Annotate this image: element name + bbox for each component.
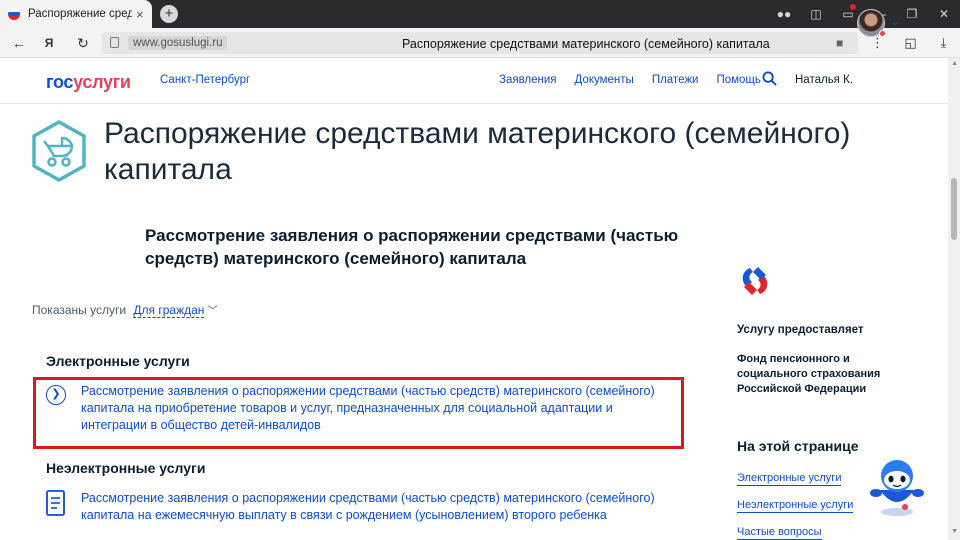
- page-title: Распоряжение средствами материнского (се…: [104, 117, 851, 186]
- browser-tabbar: Распоряжение средства × + ●● ◫ ▭ — ❐ ✕: [0, 0, 960, 28]
- scroll-down-icon[interactable]: ▼: [951, 528, 958, 535]
- tab-title: Распоряжение средства: [28, 8, 132, 20]
- more-menu-icon[interactable]: ⋮: [861, 35, 894, 51]
- nonelectronic-services-heading: Неэлектронные услуги: [46, 460, 206, 476]
- search-icon[interactable]: [762, 71, 777, 86]
- logo-part-uslugi: услуги: [73, 72, 131, 92]
- electronic-service-link[interactable]: Рассмотрение заявления о распоряжении ср…: [81, 383, 681, 434]
- tab-close-icon[interactable]: ×: [136, 7, 144, 22]
- nav-item-help[interactable]: Помощь: [716, 74, 760, 86]
- avatar-notification-dot: [879, 30, 886, 37]
- sfr-logo: [742, 267, 768, 295]
- provider-name: Фонд пенсионного и социального страхован…: [737, 353, 881, 395]
- url-field[interactable]: www.gosuslugi.ru Распоряжение средствами…: [102, 32, 858, 54]
- region-selector[interactable]: Санкт-Петербург: [160, 74, 250, 86]
- service-filter: Показаны услуги Для граждан ﹀: [32, 302, 218, 318]
- yandex-icon[interactable]: Я: [38, 32, 60, 54]
- reload-icon[interactable]: ↻: [72, 32, 94, 54]
- scrollbar-thumb[interactable]: [951, 178, 957, 240]
- filter-label: Показаны услуги: [32, 303, 127, 317]
- document-icon: [46, 490, 65, 516]
- nav-item-applications[interactable]: Заявления: [499, 74, 557, 86]
- anchor-faq[interactable]: Частые вопросы: [737, 526, 822, 540]
- close-window-icon[interactable]: ✕: [928, 7, 960, 21]
- russia-flag-icon: [8, 8, 20, 20]
- reader-glasses-icon[interactable]: ●●: [768, 7, 800, 21]
- robot-assistant-icon[interactable]: [866, 456, 928, 518]
- filter-chevron-icon[interactable]: ﹀: [208, 306, 218, 317]
- on-this-page-heading: На этой странице: [737, 438, 859, 454]
- chevron-down-icon[interactable]: ⌄: [890, 14, 900, 28]
- address-page-title: Распоряжение средствами материнского (се…: [402, 37, 770, 51]
- bookmark-icon[interactable]: ■: [836, 36, 843, 50]
- user-name[interactable]: Наталья К.: [795, 74, 853, 86]
- restore-icon[interactable]: ❐: [896, 7, 928, 21]
- site-header: госуслуги Санкт-Петербург Заявления Доку…: [0, 58, 948, 104]
- electronic-services-heading: Электронные услуги: [46, 353, 190, 369]
- lock-icon: [110, 37, 119, 48]
- anchor-nonelectronic[interactable]: Неэлектронные услуги: [737, 499, 854, 513]
- nav-item-payments[interactable]: Платежи: [652, 74, 699, 86]
- top-navigation: Заявления Документы Платежи Помощь: [499, 74, 779, 86]
- stroller-icon: [32, 120, 86, 182]
- browser-tab[interactable]: Распоряжение средства ×: [0, 0, 152, 28]
- url-domain: www.gosuslugi.ru: [128, 36, 228, 50]
- nav-item-documents[interactable]: Документы: [575, 74, 634, 86]
- extensions-icon[interactable]: ◱: [894, 35, 927, 51]
- collections-icon[interactable]: ◫: [800, 7, 832, 21]
- chevron-right-icon[interactable]: ❯: [46, 385, 66, 405]
- filter-dropdown[interactable]: Для граждан: [133, 303, 205, 318]
- new-tab-button[interactable]: +: [160, 5, 178, 23]
- download-icon[interactable]: ⤓: [927, 35, 960, 51]
- logo-part-gos: гос: [46, 72, 74, 92]
- service-subtitle: Рассмотрение заявления о распоряжении ср…: [145, 226, 679, 268]
- address-bar: ← Я ↻ www.gosuslugi.ru Распоряжение сред…: [0, 28, 960, 58]
- scroll-up-icon[interactable]: ▲: [951, 60, 958, 67]
- anchor-electronic[interactable]: Электронные услуги: [737, 472, 842, 486]
- gosuslugi-logo[interactable]: госуслуги: [46, 72, 131, 93]
- provider-label: Услугу предоставляет: [737, 324, 864, 336]
- nonelectronic-service-link[interactable]: Рассмотрение заявления о распоряжении ср…: [81, 490, 681, 524]
- scrollbar[interactable]: [948, 58, 960, 540]
- back-arrow-icon[interactable]: ←: [8, 32, 30, 54]
